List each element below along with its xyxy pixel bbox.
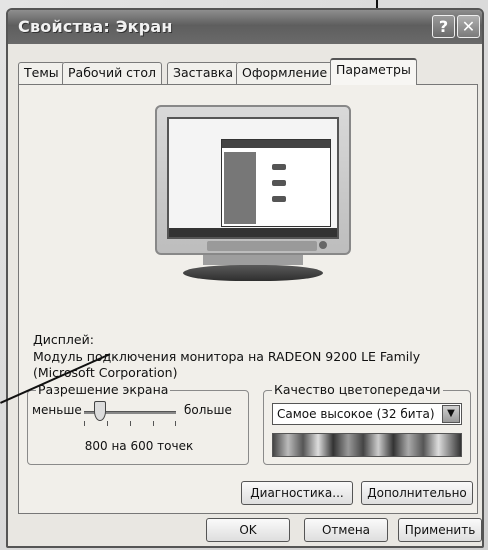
tab-desktop[interactable]: Рабочий стол <box>62 62 162 84</box>
tab-screensaver[interactable]: Заставка <box>167 62 240 84</box>
slider-ticks <box>84 421 176 427</box>
cancel-button[interactable]: Отмена <box>304 518 388 542</box>
title-bar[interactable]: Свойства: Экран ? ✕ <box>8 10 482 44</box>
slider-tick <box>153 421 154 426</box>
tab-themes[interactable]: Темы <box>18 62 65 84</box>
slider-tick <box>84 421 85 426</box>
resolution-group-title: Разрешение экрана <box>36 382 171 397</box>
color-sample-bar <box>272 433 462 457</box>
preview-icon <box>272 164 286 170</box>
preview-icon <box>272 196 286 202</box>
resolution-value: 800 на 600 точек <box>84 439 194 453</box>
advanced-button[interactable]: Дополнительно <box>361 481 473 505</box>
monitor-preview <box>155 105 351 287</box>
preview-taskbar <box>169 228 337 237</box>
apply-button[interactable]: Применить <box>398 518 482 542</box>
display-label: Дисплей: <box>33 332 94 347</box>
color-quality-select[interactable]: Самое высокое (32 бита) ▼ <box>272 403 462 425</box>
resolution-group: Разрешение экрана меньше больше 800 на 6… <box>27 382 249 465</box>
tab-strip: Темы Рабочий стол Заставка Оформление Па… <box>18 58 478 85</box>
color-quality-selected: Самое высокое (32 бита) <box>277 407 435 421</box>
slider-tick <box>175 421 176 426</box>
preview-window-sidebar <box>224 152 256 224</box>
slider-min-label: меньше <box>32 403 82 417</box>
resolution-slider-thumb[interactable] <box>94 401 106 421</box>
help-icon[interactable]: ? <box>432 15 455 38</box>
close-icon[interactable]: ✕ <box>457 15 480 38</box>
color-quality-group: Качество цветопередачи Самое высокое (32… <box>263 382 471 465</box>
screenshot: Свойства: Экран ? ✕ Темы Рабочий стол За… <box>0 0 488 550</box>
monitor-screen <box>167 117 339 239</box>
preview-window <box>221 139 331 227</box>
preview-window-titlebar <box>222 140 330 148</box>
settings-panel: Дисплей: Модуль подключения монитора на … <box>18 84 478 514</box>
tab-appearance[interactable]: Оформление <box>236 62 334 84</box>
color-quality-group-title: Качество цветопередачи <box>272 382 443 397</box>
monitor-stand <box>203 255 303 265</box>
monitor-chin <box>207 241 317 251</box>
window-title: Свойства: Экран <box>18 17 173 36</box>
monitor-body <box>155 105 351 255</box>
preview-icon <box>272 180 286 186</box>
power-led-icon <box>319 241 327 249</box>
display-adapter-name: Модуль подключения монитора на RADEON 92… <box>33 349 421 380</box>
slider-max-label: больше <box>184 403 232 417</box>
monitor-base <box>183 265 323 281</box>
ok-button[interactable]: OK <box>206 518 290 542</box>
slider-tick <box>107 421 108 426</box>
chevron-down-icon[interactable]: ▼ <box>442 405 460 423</box>
display-properties-dialog: Свойства: Экран ? ✕ Темы Рабочий стол За… <box>6 8 484 548</box>
diagnostics-button[interactable]: Диагностика... <box>241 481 353 505</box>
slider-tick <box>130 421 131 426</box>
tab-settings[interactable]: Параметры <box>330 58 417 85</box>
